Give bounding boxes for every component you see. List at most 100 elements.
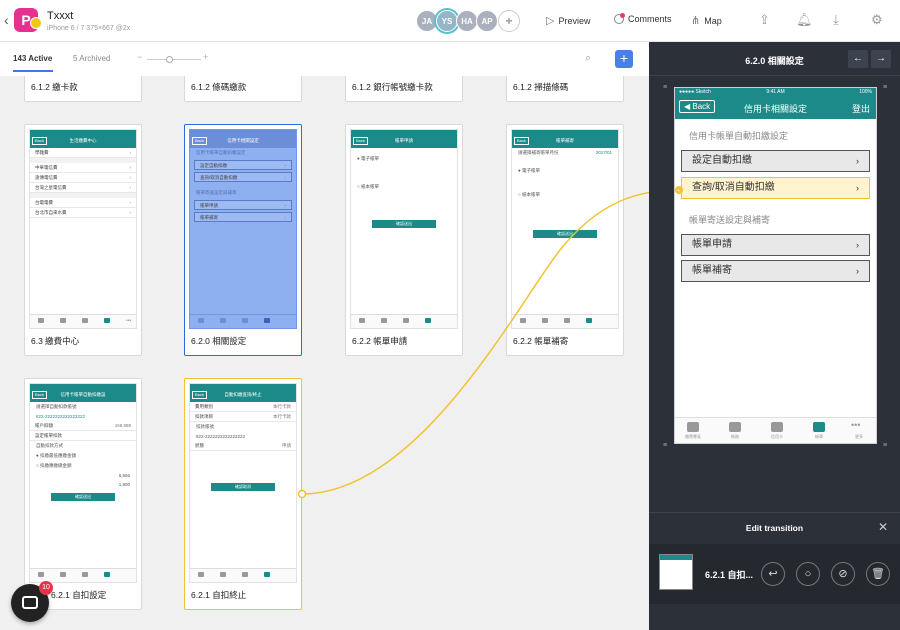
avatar[interactable]: AP bbox=[476, 10, 498, 32]
map-label: Map bbox=[704, 15, 722, 26]
zoom-in-button[interactable]: + bbox=[203, 52, 208, 62]
preview-label: Preview bbox=[558, 15, 591, 26]
tab-label: 更多 bbox=[855, 434, 863, 439]
zoom-slider-handle[interactable] bbox=[166, 56, 173, 63]
thumb-button: 確認取消 bbox=[211, 483, 275, 491]
tab-icon[interactable] bbox=[729, 422, 741, 432]
thumb-value: 本行卡款 bbox=[273, 404, 291, 409]
thumb-row: 中華電信費 bbox=[35, 165, 58, 170]
close-icon[interactable]: ✕ bbox=[878, 520, 888, 534]
phone-tab-bar: 繳費專區 帳務 信用卡 帳單 ••• 更多 bbox=[675, 417, 876, 443]
bill-apply-row[interactable]: 帳單申請 › bbox=[681, 234, 870, 256]
screen-card[interactable]: Back 帳單補寄 請選擇補寄帳單月份 2017/01 ● 電子帳單 ○ 紙本帳單 … bbox=[506, 124, 624, 356]
no-transition-icon[interactable]: ⊘ bbox=[831, 562, 855, 586]
gear-icon[interactable]: ⚙ bbox=[871, 12, 883, 28]
thumb-title: 帳單補寄 bbox=[556, 138, 574, 143]
screen-card-selected[interactable]: Back 信用卡相關設定 信用卡帳單自動扣繳設定 設定自動扣繳 › 查詢/取消自動扣… bbox=[184, 124, 302, 356]
screen-thumbnail: Back 生活繳費中心 學雜費 › 中華電信費 › 遠傳電信費 › 台灣之星電信費 › 台… bbox=[29, 129, 137, 329]
section-heading: 信用卡帳單自動扣繳設定 bbox=[689, 131, 789, 141]
thumb-row: 遠傳電信費 bbox=[35, 175, 58, 180]
card-label: 6.2.1 自扣終止 bbox=[191, 590, 247, 600]
tab-icon[interactable] bbox=[687, 422, 699, 432]
avatar[interactable]: JA bbox=[416, 10, 438, 32]
back-chevron-icon[interactable]: ‹ bbox=[4, 12, 9, 28]
add-screen-button[interactable]: + bbox=[615, 50, 633, 68]
thumb-row: 台北市自來水費 bbox=[35, 210, 67, 215]
user-emoji-badge bbox=[30, 17, 42, 29]
tab-archived[interactable]: 5 Archived bbox=[73, 54, 110, 63]
logout-button[interactable]: 登出 bbox=[852, 102, 870, 115]
active-tab-indicator bbox=[13, 70, 53, 72]
thumb-row: 設定自動扣繳 bbox=[200, 163, 227, 168]
thumb-text: 6,666 bbox=[118, 473, 130, 478]
zoom-out-button[interactable]: − bbox=[137, 52, 142, 62]
zoom-slider-track[interactable] bbox=[147, 59, 201, 60]
screen-card[interactable]: 6.1.2 條碼繳款 bbox=[184, 76, 302, 102]
comments-button[interactable]: Comments bbox=[614, 13, 672, 24]
preview-panel: 6.2.0 相關設定 ← → ≡ ≡ ≡ ≡ ●●●●● Sketch 9:41… bbox=[649, 42, 900, 630]
resize-handle-icon[interactable]: ≡ bbox=[661, 84, 669, 92]
chevron-right-icon: › bbox=[856, 156, 859, 166]
card-label: 6.1.2 銀行帳號繳卡款 bbox=[352, 82, 433, 92]
thumb-text: 帳單寄送設定與補寄 bbox=[196, 190, 237, 195]
screen-card[interactable]: 6.1.2 掃描條碼 bbox=[506, 76, 624, 102]
screens-canvas: 6.1.2 繳卡款 6.1.2 條碼繳款 6.1.2 銀行帳號繳卡款 6.1.2… bbox=[0, 76, 649, 630]
section-heading: 帳單寄送設定與補寄 bbox=[689, 215, 771, 225]
card-label: 6.2.2 帳單申請 bbox=[352, 336, 408, 346]
resize-handle-icon[interactable]: ≡ bbox=[881, 84, 889, 92]
screen-card[interactable]: Back 信用卡帳單自動扣繳設 請選擇自動扣款帳號 822-22222222222… bbox=[24, 378, 142, 610]
tab-label: 帳單 bbox=[815, 434, 823, 439]
screen-card-linked[interactable]: Back 自動扣繳查詢/終止 費用類別 本行卡款 扣款項目 本行卡款 扣款帳號 822… bbox=[184, 378, 302, 610]
status-time: 9:41 AM bbox=[766, 89, 785, 95]
next-screen-button[interactable]: → bbox=[871, 50, 891, 68]
project-title[interactable]: Txxxt bbox=[47, 10, 73, 22]
thumb-text: 822-2222222222222222 bbox=[196, 434, 246, 439]
screen-thumbnail: Back 自動扣繳查詢/終止 費用類別 本行卡款 扣款項目 本行卡款 扣款帳號 822… bbox=[189, 383, 297, 583]
thumb-row: 設定帳單扣款 bbox=[35, 433, 62, 438]
share-icon[interactable]: ⇪ bbox=[759, 12, 770, 28]
preview-button[interactable]: ▷ Preview bbox=[546, 14, 590, 27]
thumb-row: 帳單申請 bbox=[200, 203, 218, 208]
add-member-button[interactable]: + bbox=[498, 10, 520, 32]
thumb-text: 1,800 bbox=[118, 482, 130, 487]
thumb-title: 信用卡帳單自動扣繳設 bbox=[60, 392, 106, 397]
thumb-row: 帳單補寄 bbox=[200, 215, 218, 220]
tab-icon[interactable] bbox=[813, 422, 825, 432]
screen-card[interactable]: Back 帳單申請 ● 電子帳單 ○ 紙本帳單 確認送出 6.2.2 帳單申請 bbox=[345, 124, 463, 356]
thumb-text: 822-2222222222222222 bbox=[36, 414, 86, 419]
tab-icon[interactable] bbox=[771, 422, 783, 432]
screen-card[interactable]: 6.1.2 繳卡款 bbox=[24, 76, 142, 102]
transition-target-thumbnail[interactable] bbox=[659, 554, 693, 590]
card-label: 6.1.2 繳卡款 bbox=[31, 82, 78, 92]
chevron-right-icon: › bbox=[856, 240, 859, 250]
download-icon[interactable]: ⤓ bbox=[833, 12, 839, 28]
query-cancel-autopay-row[interactable]: 查詢/取消自動扣繳 › bbox=[681, 177, 870, 199]
thumb-row: 學雜費 bbox=[35, 150, 49, 155]
tab-active[interactable]: 143 Active bbox=[13, 54, 52, 63]
bell-icon[interactable]: 🔔︎ bbox=[796, 12, 813, 28]
row-label: 查詢/取消自動扣繳 bbox=[692, 182, 775, 193]
row-label: 設定自動扣繳 bbox=[692, 155, 752, 166]
transition-type-icon[interactable]: ↩ bbox=[761, 562, 785, 586]
phone-preview: ●●●●● Sketch 9:41 AM 100% ◀ Back 信用卡相關設定… bbox=[674, 87, 877, 444]
row-label: 帳單申請 bbox=[692, 239, 732, 250]
thumb-row: 費用類別 bbox=[195, 404, 213, 409]
trash-icon[interactable]: 🗑︎ bbox=[866, 562, 890, 586]
setup-autopay-row[interactable]: 設定自動扣繳 › bbox=[681, 150, 870, 172]
thumb-row: 台灣之星電信費 bbox=[35, 185, 67, 190]
resize-handle-icon[interactable]: ≡ bbox=[881, 442, 889, 450]
search-icon[interactable]: ⌕ bbox=[585, 52, 591, 65]
more-icon[interactable]: ••• bbox=[851, 420, 860, 430]
avatar[interactable]: YS bbox=[436, 10, 458, 32]
screen-card[interactable]: 6.1.2 銀行帳號繳卡款 bbox=[345, 76, 463, 102]
circle-hotspot-icon[interactable]: ○ bbox=[796, 562, 820, 586]
edit-transition-title: Edit transition bbox=[745, 523, 804, 533]
chat-icon bbox=[22, 596, 38, 609]
map-button[interactable]: ⋔ Map bbox=[691, 14, 722, 27]
transition-row: 6.2.1 自扣... ↩ ○ ⊘ 🗑︎ bbox=[649, 544, 900, 604]
screen-card[interactable]: Back 生活繳費中心 學雜費 › 中華電信費 › 遠傳電信費 › 台灣之星電信費 › 台… bbox=[24, 124, 142, 356]
prev-screen-button[interactable]: ← bbox=[848, 50, 868, 68]
bill-resend-row[interactable]: 帳單補寄 › bbox=[681, 260, 870, 282]
resize-handle-icon[interactable]: ≡ bbox=[661, 442, 669, 450]
avatar[interactable]: HA bbox=[456, 10, 478, 32]
